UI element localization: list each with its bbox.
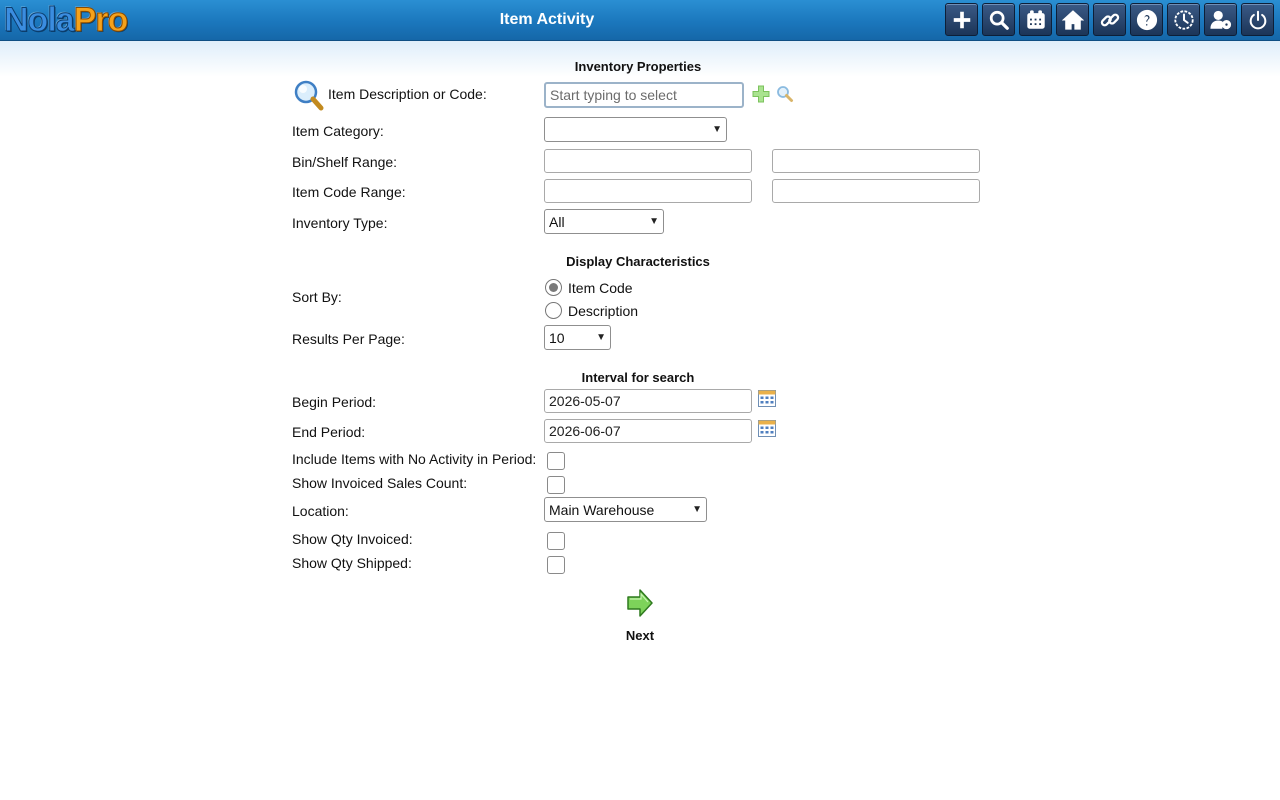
end-period-label: End Period: <box>292 424 366 440</box>
sort-description-label: Description <box>568 303 639 319</box>
location-label: Location: <box>292 503 349 519</box>
location-value: Main Warehouse <box>549 501 655 518</box>
begin-calendar-icon[interactable] <box>758 390 776 407</box>
inventory-type-select[interactable]: All ▼ <box>544 209 664 234</box>
home-button[interactable] <box>1056 3 1089 36</box>
item-code-from-input[interactable] <box>544 179 752 203</box>
help-button[interactable] <box>1130 3 1163 36</box>
section-title-display: Display Characteristics <box>566 254 710 269</box>
power-icon <box>1249 10 1266 29</box>
bin-shelf-range-label: Bin/Shelf Range: <box>292 154 398 170</box>
clock-icon <box>1173 9 1194 30</box>
radio-selected-dot <box>549 283 558 292</box>
bin-shelf-from-input[interactable] <box>544 149 752 173</box>
toolbar <box>945 3 1274 36</box>
add-button[interactable] <box>945 3 978 36</box>
item-description-label: Item Description or Code: <box>328 86 487 102</box>
show-qty-shipped-label: Show Qty Shipped: <box>292 555 412 571</box>
chevron-down-icon: ▼ <box>692 504 702 515</box>
show-qty-invoiced-checkbox[interactable] <box>547 532 565 550</box>
item-description-input[interactable] <box>544 82 744 108</box>
sort-by-label: Sort By: <box>292 289 342 305</box>
show-invoiced-sales-count-checkbox[interactable] <box>547 476 565 494</box>
home-icon <box>1061 9 1084 30</box>
chevron-down-icon: ▼ <box>712 124 722 135</box>
logo-text-nola: Nola <box>4 0 76 39</box>
user-settings-icon <box>1209 10 1231 29</box>
logout-button[interactable] <box>1241 3 1274 36</box>
end-period-input[interactable] <box>544 419 752 443</box>
item-category-select[interactable]: ▼ <box>544 117 727 142</box>
history-button[interactable] <box>1167 3 1200 36</box>
next-button[interactable] <box>620 588 660 621</box>
section-title-interval: Interval for search <box>581 370 695 385</box>
include-no-activity-label: Include Items with No Activity in Period… <box>292 451 537 467</box>
chevron-down-icon: ▼ <box>596 332 606 343</box>
begin-period-input[interactable] <box>544 389 752 413</box>
logo-text-pro: Pro <box>73 0 129 39</box>
show-qty-invoiced-label: Show Qty Invoiced: <box>292 531 413 547</box>
nolapro-logo[interactable]: Nola Pro <box>4 0 129 39</box>
user-settings-button[interactable] <box>1204 3 1237 36</box>
sort-item-code-radio[interactable] <box>545 279 562 296</box>
chevron-down-icon: ▼ <box>649 216 659 227</box>
item-lookup-icon[interactable] <box>293 79 325 111</box>
results-per-page-select[interactable]: 10 ▼ <box>544 325 611 350</box>
item-category-label: Item Category: <box>292 123 384 139</box>
bin-shelf-to-input[interactable] <box>772 149 980 173</box>
calendar-button[interactable] <box>1019 3 1052 36</box>
begin-period-label: Begin Period: <box>292 394 377 410</box>
help-icon <box>1136 9 1157 30</box>
page-title: Item Activity <box>499 11 595 28</box>
add-item-icon[interactable] <box>752 85 770 103</box>
add-icon <box>953 11 970 28</box>
arrow-right-icon <box>627 589 653 617</box>
search-button[interactable] <box>982 3 1015 36</box>
show-invoiced-sales-count-label: Show Invoiced Sales Count: <box>292 475 468 491</box>
next-label[interactable]: Next <box>610 628 670 643</box>
calendar-icon <box>1026 9 1045 29</box>
search-icon <box>989 10 1009 30</box>
inventory-type-label: Inventory Type: <box>292 215 388 231</box>
results-per-page-label: Results Per Page: <box>292 331 405 347</box>
sort-item-code-label: Item Code <box>568 280 633 296</box>
find-item-icon[interactable] <box>776 85 794 103</box>
include-no-activity-checkbox[interactable] <box>547 452 565 470</box>
item-code-range-label: Item Code Range: <box>292 184 406 200</box>
end-calendar-icon[interactable] <box>758 420 776 437</box>
link-icon <box>1100 13 1119 26</box>
inventory-type-value: All <box>549 213 565 230</box>
links-button[interactable] <box>1093 3 1126 36</box>
results-per-page-value: 10 <box>549 329 565 346</box>
top-bar: Nola Pro Item Activity <box>0 0 1280 41</box>
location-select[interactable]: Main Warehouse ▼ <box>544 497 707 522</box>
sort-description-radio[interactable] <box>545 302 562 319</box>
item-code-to-input[interactable] <box>772 179 980 203</box>
section-title-inventory: Inventory Properties <box>574 59 702 74</box>
show-qty-shipped-checkbox[interactable] <box>547 556 565 574</box>
